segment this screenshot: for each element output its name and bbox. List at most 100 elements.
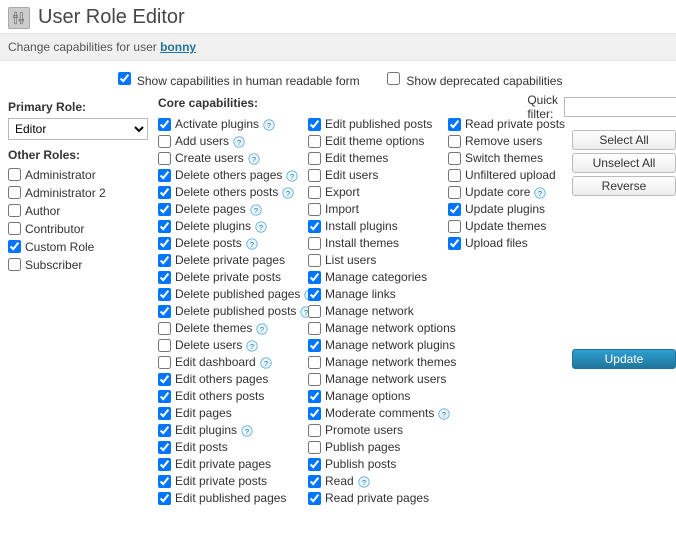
capability-checkbox[interactable]: [448, 135, 461, 148]
capability-edit-plugins: Edit plugins?: [158, 422, 308, 439]
user-link[interactable]: bonny: [160, 40, 196, 54]
capability-checkbox[interactable]: [308, 169, 321, 182]
help-icon[interactable]: ?: [286, 170, 298, 182]
capability-checkbox[interactable]: [308, 237, 321, 250]
capability-checkbox[interactable]: [158, 203, 171, 216]
other-role-checkbox[interactable]: [8, 222, 21, 235]
toggle-deprecated-checkbox[interactable]: [387, 72, 400, 85]
primary-role-select[interactable]: Editor: [8, 118, 148, 140]
other-role-checkbox[interactable]: [8, 240, 21, 253]
capability-checkbox[interactable]: [158, 118, 171, 131]
help-icon[interactable]: ?: [241, 425, 253, 437]
capability-checkbox[interactable]: [448, 186, 461, 199]
capability-edit-pages: Edit pages: [158, 405, 308, 422]
capability-checkbox[interactable]: [158, 135, 171, 148]
capability-checkbox[interactable]: [308, 118, 321, 131]
capability-checkbox[interactable]: [308, 203, 321, 216]
other-role-author[interactable]: Author: [8, 202, 148, 220]
toolbar: Show capabilities in human readable form…: [0, 61, 676, 96]
capability-checkbox[interactable]: [448, 152, 461, 165]
help-icon[interactable]: ?: [263, 119, 275, 131]
capability-checkbox[interactable]: [308, 390, 321, 403]
capability-checkbox[interactable]: [308, 322, 321, 335]
other-role-checkbox[interactable]: [8, 204, 21, 217]
quick-filter-input[interactable]: [564, 97, 676, 117]
update-button[interactable]: Update: [572, 349, 676, 369]
capability-checkbox[interactable]: [308, 305, 321, 318]
capability-manage-options: Manage options: [308, 388, 448, 405]
other-role-custom-role[interactable]: Custom Role: [8, 238, 148, 256]
capability-checkbox[interactable]: [158, 339, 171, 352]
capability-publish-posts: Publish posts: [308, 456, 448, 473]
capability-checkbox[interactable]: [308, 220, 321, 233]
select-all-button[interactable]: Select All: [572, 130, 676, 150]
capability-manage-network-users: Manage network users: [308, 371, 448, 388]
capability-checkbox[interactable]: [308, 424, 321, 437]
capability-label: Publish pages: [325, 439, 400, 456]
capability-checkbox[interactable]: [158, 424, 171, 437]
capability-checkbox[interactable]: [308, 373, 321, 386]
toggle-deprecated[interactable]: Show deprecated capabilities: [383, 74, 562, 88]
other-role-administrator-2[interactable]: Administrator 2: [8, 184, 148, 202]
capability-checkbox[interactable]: [158, 458, 171, 471]
capability-checkbox[interactable]: [158, 441, 171, 454]
capability-checkbox[interactable]: [308, 152, 321, 165]
other-role-subscriber[interactable]: Subscriber: [8, 256, 148, 274]
help-icon[interactable]: ?: [246, 340, 258, 352]
capability-checkbox[interactable]: [158, 475, 171, 488]
help-icon[interactable]: ?: [255, 221, 267, 233]
toggle-human-readable-checkbox[interactable]: [118, 72, 131, 85]
capability-checkbox[interactable]: [158, 254, 171, 267]
capability-manage-links: Manage links: [308, 286, 448, 303]
capability-checkbox[interactable]: [308, 492, 321, 505]
help-icon[interactable]: ?: [282, 187, 294, 199]
capability-checkbox[interactable]: [158, 373, 171, 386]
capability-checkbox[interactable]: [158, 356, 171, 369]
other-role-checkbox[interactable]: [8, 168, 21, 181]
help-icon[interactable]: ?: [256, 323, 268, 335]
capability-checkbox[interactable]: [158, 237, 171, 250]
help-icon[interactable]: ?: [248, 153, 260, 165]
capability-checkbox[interactable]: [308, 288, 321, 301]
capability-checkbox[interactable]: [308, 441, 321, 454]
capability-checkbox[interactable]: [158, 390, 171, 403]
capability-checkbox[interactable]: [308, 407, 321, 420]
capability-checkbox[interactable]: [308, 135, 321, 148]
capability-checkbox[interactable]: [448, 237, 461, 250]
capability-checkbox[interactable]: [158, 322, 171, 335]
capability-checkbox[interactable]: [158, 271, 171, 284]
capability-checkbox[interactable]: [158, 169, 171, 182]
capability-checkbox[interactable]: [308, 458, 321, 471]
capability-checkbox[interactable]: [308, 271, 321, 284]
capability-checkbox[interactable]: [448, 169, 461, 182]
capability-checkbox[interactable]: [448, 118, 461, 131]
reverse-button[interactable]: Reverse: [572, 176, 676, 196]
capability-checkbox[interactable]: [158, 305, 171, 318]
capability-checkbox[interactable]: [308, 186, 321, 199]
capability-checkbox[interactable]: [158, 492, 171, 505]
other-role-checkbox[interactable]: [8, 258, 21, 271]
help-icon[interactable]: ?: [358, 476, 370, 488]
help-icon[interactable]: ?: [246, 238, 258, 250]
help-icon[interactable]: ?: [534, 187, 546, 199]
capability-checkbox[interactable]: [158, 288, 171, 301]
other-role-checkbox[interactable]: [8, 186, 21, 199]
help-icon[interactable]: ?: [260, 357, 272, 369]
capability-checkbox[interactable]: [448, 203, 461, 216]
unselect-all-button[interactable]: Unselect All: [572, 153, 676, 173]
capability-checkbox[interactable]: [308, 475, 321, 488]
capability-checkbox[interactable]: [158, 152, 171, 165]
other-role-contributor[interactable]: Contributor: [8, 220, 148, 238]
capability-checkbox[interactable]: [448, 220, 461, 233]
capability-edit-published-pages: Edit published pages: [158, 490, 308, 507]
other-role-administrator[interactable]: Administrator: [8, 166, 148, 184]
capability-checkbox[interactable]: [158, 220, 171, 233]
capability-checkbox[interactable]: [308, 339, 321, 352]
capability-checkbox[interactable]: [158, 186, 171, 199]
toggle-human-readable[interactable]: Show capabilities in human readable form: [114, 74, 363, 88]
capability-checkbox[interactable]: [158, 407, 171, 420]
capability-checkbox[interactable]: [308, 356, 321, 369]
help-icon[interactable]: ?: [233, 136, 245, 148]
capability-checkbox[interactable]: [308, 254, 321, 267]
help-icon[interactable]: ?: [250, 204, 262, 216]
